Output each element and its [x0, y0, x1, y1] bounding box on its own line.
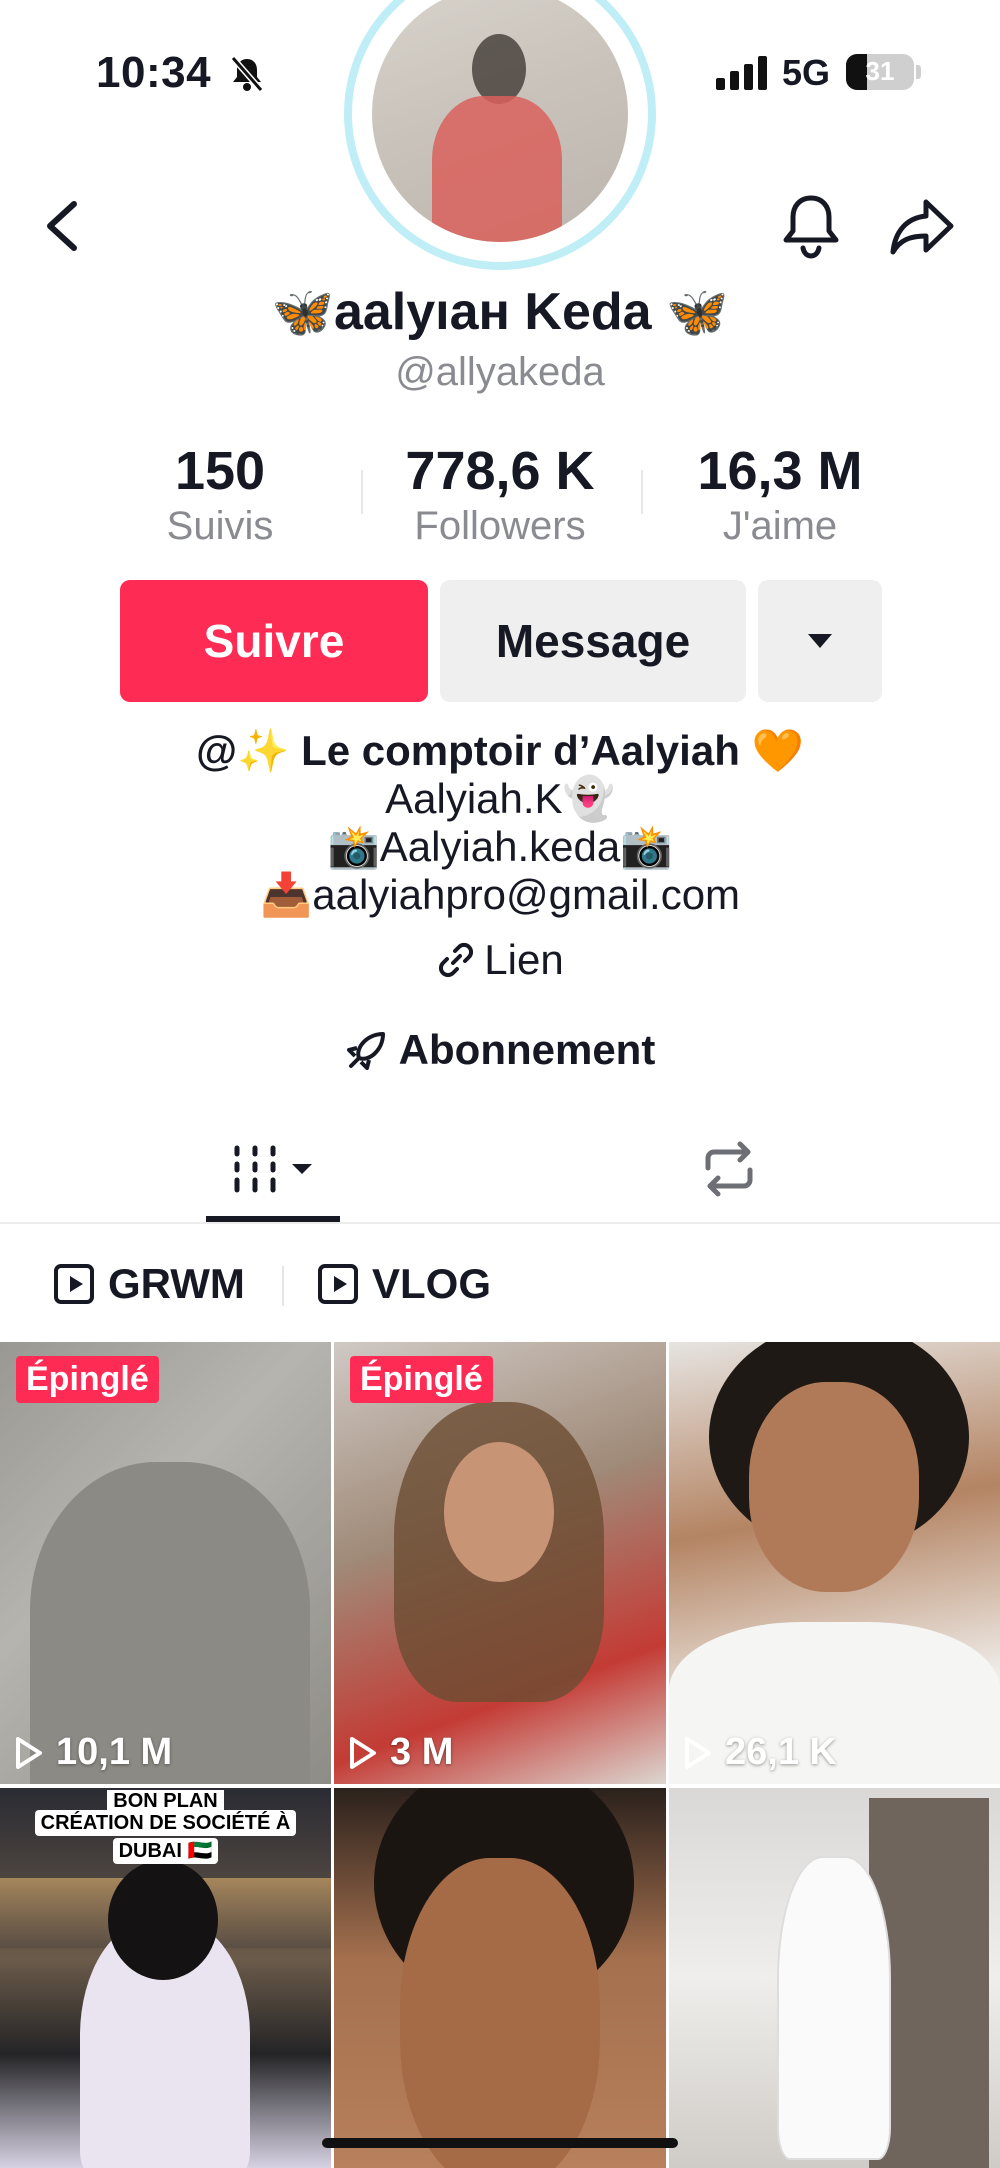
playlist-grwm[interactable]: GRWM [54, 1256, 245, 1312]
thumbnail-hair [108, 1860, 218, 1980]
pinned-badge: Épinglé [350, 1356, 493, 1403]
bio-line-1-text: Le comptoir d’Aalyiah [289, 727, 752, 774]
playlist-divider [282, 1266, 284, 1306]
play-outline-icon [685, 1736, 711, 1769]
subscription-label[interactable]: Abonnement [399, 1026, 656, 1073]
thumbnail-face [444, 1442, 554, 1582]
bio-line-1: @✨ Le comptoir d’Aalyiah 🧡 [0, 726, 1000, 776]
avatar-figure-head [472, 34, 526, 104]
playlist-label: VLOG [372, 1260, 492, 1307]
caret-down-icon [808, 634, 832, 648]
home-indicator[interactable] [322, 2138, 678, 2148]
butterfly-emoji: 🦋 [666, 283, 729, 341]
stat-likes[interactable]: 16,3 M J'aime [640, 440, 920, 549]
playlist-vlog[interactable]: VLOG [318, 1256, 491, 1312]
tabs-divider [0, 1222, 1000, 1224]
bio-mention-symbol: @ [196, 727, 238, 774]
caption-text: CRÉATION DE SOCIÉTÉ À [34, 1810, 297, 1836]
video-thumbnail-4[interactable]: BON PLAN CRÉATION DE SOCIÉTÉ À DUBAI 🇦🇪 [0, 1788, 331, 2168]
butterfly-emoji: 🦋 [271, 283, 334, 341]
inbox-tray-emoji: 📥 [259, 870, 313, 919]
bio-line-2: Aalyiah.K👻 [0, 774, 1000, 824]
back-arrow-icon[interactable] [40, 196, 84, 256]
thumbnail-face [400, 1858, 600, 2168]
video-thumbnail-5[interactable] [334, 1788, 666, 2168]
avatar-figure-dress [432, 96, 562, 242]
avatar[interactable] [372, 0, 628, 242]
view-count: 3 M [348, 1731, 453, 1774]
battery-icon: 31 [846, 54, 914, 90]
view-count-text: 26,1 K [725, 1731, 837, 1773]
view-count: 26,1 K [683, 1731, 837, 1774]
thumbnail-caption-line: CRÉATION DE SOCIÉTÉ À [0, 1810, 331, 1836]
camera-flash-emoji: 📸 [620, 822, 673, 871]
stat-following[interactable]: 150 Suivis [80, 440, 360, 549]
view-count-text: 3 M [390, 1731, 454, 1773]
video-thumbnail-2[interactable]: Épinglé 3 M [334, 1342, 666, 1784]
follow-button[interactable]: Suivre [120, 580, 428, 702]
caption-text: BON PLAN [107, 1790, 224, 1812]
caption-text: DUBAI 🇦🇪 [112, 1838, 219, 1864]
more-options-button[interactable] [758, 580, 882, 702]
profile-handle: @allyakeda [395, 350, 605, 394]
stat-followers[interactable]: 778,6 K Followers [360, 440, 640, 549]
playlist-label: GRWM [108, 1260, 245, 1307]
sparkles-emoji: ✨ [237, 726, 290, 775]
bio-email[interactable]: aalyiahpro@gmail.com [312, 871, 740, 918]
camera-flash-emoji: 📸 [327, 822, 380, 871]
message-button[interactable]: Message [440, 580, 746, 702]
subscription-button[interactable]: Abonnement [0, 1026, 1000, 1074]
video-thumbnail-6[interactable] [669, 1788, 1000, 2168]
pinned-badge: Épinglé [16, 1356, 159, 1403]
bio-line-4[interactable]: 📥aalyiahpro@gmail.com [0, 870, 1000, 920]
view-count-text: 10,1 M [56, 1731, 173, 1773]
orange-heart-emoji: 🧡 [751, 726, 804, 775]
thumbnail-person [779, 1858, 889, 2158]
ghost-emoji: 👻 [562, 774, 615, 823]
play-square-icon [318, 1264, 358, 1304]
bell-muted-icon [230, 56, 264, 92]
battery-percent: 31 [865, 56, 895, 86]
video-thumbnail-1[interactable]: Épinglé 10,1 M [0, 1342, 331, 1784]
thumbnail-caption-line: DUBAI 🇦🇪 [0, 1838, 331, 1864]
bell-icon[interactable] [780, 192, 842, 260]
stat-likes-value: 16,3 M [697, 441, 863, 501]
play-square-icon [54, 1264, 94, 1304]
link-icon [439, 942, 474, 978]
profile-display-name: 🦋aalyıaн Keda 🦋 [0, 282, 1000, 342]
play-outline-icon [350, 1736, 376, 1769]
cellular-signal-icon [716, 56, 767, 90]
rocket-icon [346, 1032, 385, 1070]
battery-nub [916, 65, 921, 79]
stat-following-label: Suivis [166, 504, 274, 548]
stat-followers-label: Followers [414, 504, 586, 548]
video-thumbnail-3[interactable]: 26,1 K [669, 1342, 1000, 1784]
profile-link[interactable]: Lien [0, 936, 1000, 984]
thumbnail-face [749, 1382, 919, 1592]
bio-line-3: 📸Aalyiah.keda📸 [0, 822, 1000, 872]
videos-grid-icon [234, 1145, 312, 1193]
tab-videos[interactable] [206, 1136, 340, 1222]
status-time: 10:34 [96, 48, 212, 97]
link-label[interactable]: Lien [484, 936, 563, 983]
profile-avatar-ring[interactable] [344, 0, 656, 270]
network-type: 5G [782, 52, 831, 93]
stat-likes-label: J'aime [722, 504, 838, 548]
display-name-text: aalyıaн Keda [333, 283, 652, 341]
stat-followers-value: 778,6 K [405, 441, 595, 501]
stat-following-value: 150 [174, 441, 266, 501]
play-outline-icon [16, 1736, 42, 1769]
share-arrow-icon[interactable] [888, 196, 956, 258]
bio-line-3-text: Aalyiah.keda [379, 823, 621, 870]
bio-line-2-text: Aalyiah.K [385, 775, 563, 822]
repost-icon[interactable] [698, 1140, 760, 1198]
view-count: 10,1 M [14, 1731, 172, 1774]
